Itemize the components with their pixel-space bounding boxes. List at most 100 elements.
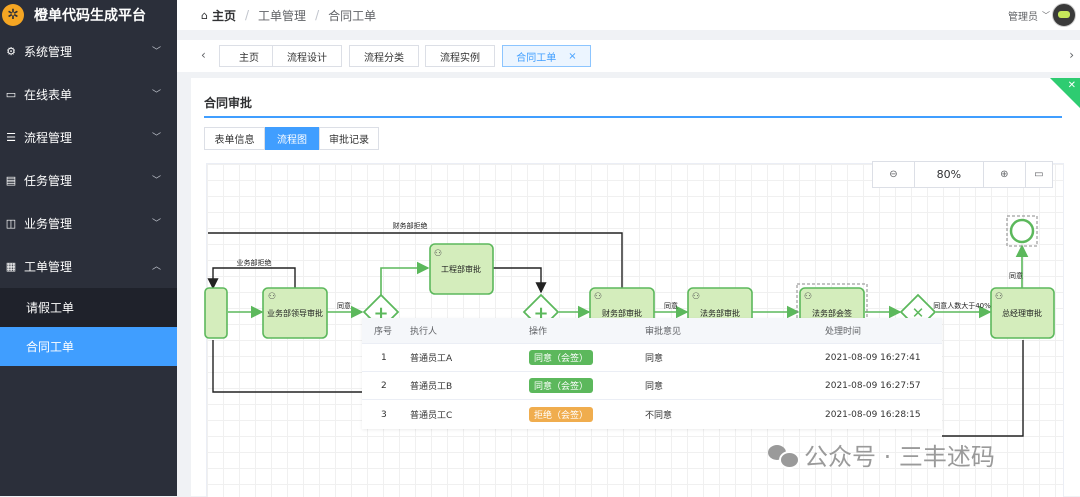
zoom-out-button[interactable]: ⊖ [873, 162, 915, 187]
zoom-level: 80% [915, 162, 984, 187]
brand-logo-icon: ✲ [2, 4, 24, 26]
cell-user: 普通员工C [410, 411, 453, 421]
cell-no: 3 [381, 409, 387, 420]
chevron-left-icon[interactable]: ‹ [201, 48, 206, 62]
subtab-label: 流程图 [277, 135, 307, 146]
chevron-down-icon: ﹀ [151, 176, 161, 186]
cell-user: 普通员工A [410, 354, 453, 364]
approval-table: 序号 执行人 操作 审批意见 处理时间 1 普通员工A 同意（会签） 同意 20… [362, 318, 942, 429]
fit-view-button[interactable]: ▭ [1026, 162, 1052, 187]
chevron-down-icon: ﹀ [151, 90, 161, 100]
table-header: 序号 执行人 操作 审批意见 处理时间 [362, 318, 942, 344]
chevron-down-icon: ﹀ [1042, 10, 1050, 20]
sidebar-subitem-label: 合同工单 [26, 340, 75, 354]
tab-home[interactable]: 主页 [219, 45, 279, 67]
sidebar-item-label: 在线表单 [24, 88, 73, 102]
home-icon: ⌂ [201, 8, 208, 22]
gear-icon: ⚙ [6, 45, 16, 58]
brand: ✲ 橙单代码生成平台 [0, 0, 177, 30]
sidebar-item-label: 系统管理 [24, 45, 73, 59]
tab-flow-instance[interactable]: 流程实例 [425, 45, 495, 67]
table-row: 2 普通员工B 同意（会签） 同意 2021-08-09 16:27:57 [362, 372, 942, 400]
page-title: 合同审批 [204, 96, 253, 110]
tab-label: 流程设计 [287, 52, 327, 64]
chevron-down-icon: ﹀ [151, 133, 161, 143]
cell-time: 2021-08-09 16:27:57 [825, 380, 921, 391]
tabs-bar: ‹ 主页 流程设计 流程分类 流程实例 合同工单 × › [177, 40, 1080, 72]
chevron-up-icon: ︿ [151, 262, 161, 272]
cell-user: 普通员工B [410, 382, 453, 392]
sidebar-subitem-label: 请假工单 [26, 301, 75, 315]
tab-flow-design[interactable]: 流程设计 [272, 45, 342, 67]
sidebar-item-label: 任务管理 [24, 174, 73, 188]
avatar[interactable] [1052, 3, 1076, 27]
user-name: 管理员 [1008, 11, 1038, 23]
header: ⌂ 主页 / 工单管理 / 合同工单 管理员 ﹀ [177, 0, 1080, 30]
th-user: 执行人 [410, 327, 438, 337]
cell-time: 2021-08-09 16:28:15 [825, 409, 921, 420]
cell-opinion: 同意 [645, 382, 664, 392]
sidebar-item-flow[interactable]: ☰ 流程管理 ﹀ [0, 116, 177, 159]
sidebar-item-label: 工单管理 [24, 260, 73, 274]
breadcrumb-separator: / [315, 8, 320, 22]
breadcrumb-contract: 合同工单 [328, 8, 377, 23]
close-icon[interactable]: × [568, 51, 576, 62]
zoom-in-icon: ⊕ [1000, 169, 1009, 180]
breadcrumb-separator: / [245, 8, 250, 22]
cell-opinion: 不同意 [645, 411, 673, 421]
th-time: 处理时间 [825, 327, 862, 337]
title-underline [204, 116, 1062, 118]
sidebar-item-business[interactable]: ◫ 业务管理 ﹀ [0, 202, 177, 245]
tab-label: 合同工单 [516, 52, 557, 64]
wechat-icon [768, 443, 800, 469]
tab-label: 主页 [239, 52, 259, 64]
sidebar: ✲ 橙单代码生成平台 ⚙ 系统管理 ﹀ ▭ 在线表单 ﹀ ☰ 流程管理 ﹀ ▤ … [0, 0, 177, 496]
sidebar-subitem-contract[interactable]: 合同工单 [0, 327, 177, 366]
subtab-approval-record[interactable]: 审批记录 [319, 127, 379, 150]
subtab-form-info[interactable]: 表单信息 [204, 127, 265, 150]
zoom-toolbar: ⊖ 80% ⊕ ▭ [872, 161, 1053, 188]
chevron-down-icon: ﹀ [151, 47, 161, 57]
status-badge: 拒绝（会签） [529, 407, 594, 422]
sidebar-item-workorder[interactable]: ▦ 工单管理 ︿ [0, 245, 177, 288]
subtab-label: 表单信息 [214, 135, 255, 146]
document-icon: ▤ [5, 174, 17, 187]
fit-view-icon: ▭ [1034, 169, 1044, 180]
th-no: 序号 [374, 327, 393, 337]
sidebar-item-task[interactable]: ▤ 任务管理 ﹀ [0, 159, 177, 202]
breadcrumb-workorder[interactable]: 工单管理 [258, 7, 306, 24]
status-badge: 同意（会签） [529, 378, 594, 393]
cell-no: 2 [381, 380, 387, 391]
tab-flow-category[interactable]: 流程分类 [349, 45, 419, 67]
watermark: 公众号 · 三丰述码 [768, 437, 995, 472]
sidebar-subitem-leave[interactable]: 请假工单 [0, 288, 177, 327]
zoom-out-icon: ⊖ [889, 169, 898, 180]
table-row: 3 普通员工C 拒绝（会签） 不同意 2021-08-09 16:28:15 [362, 400, 942, 429]
cell-time: 2021-08-09 16:27:41 [825, 352, 921, 363]
watermark-text: 公众号 · 三丰述码 [804, 443, 995, 471]
sidebar-item-label: 流程管理 [24, 131, 73, 145]
table-row: 1 普通员工A 同意（会签） 同意 2021-08-09 16:27:41 [362, 344, 942, 372]
sidebar-item-label: 业务管理 [24, 217, 73, 231]
close-icon[interactable]: ✕ [1068, 80, 1076, 91]
subtab-label: 审批记录 [329, 135, 369, 146]
brand-title: 橙单代码生成平台 [34, 8, 146, 24]
cell-opinion: 同意 [645, 354, 664, 364]
sidebar-item-online-form[interactable]: ▭ 在线表单 ﹀ [0, 73, 177, 116]
zoom-in-button[interactable]: ⊕ [984, 162, 1026, 187]
breadcrumb: ⌂ 主页 / 工单管理 / 合同工单 [177, 7, 376, 24]
th-action: 操作 [529, 327, 548, 337]
th-opinion: 审批意见 [645, 327, 682, 337]
sliders-icon: ☰ [6, 131, 16, 144]
cell-no: 1 [381, 352, 387, 363]
sidebar-menu: ⚙ 系统管理 ﹀ ▭ 在线表单 ﹀ ☰ 流程管理 ﹀ ▤ 任务管理 ﹀ ◫ 业务… [0, 30, 177, 366]
chevron-right-icon[interactable]: › [1069, 48, 1074, 62]
tab-label: 流程实例 [440, 52, 480, 64]
tab-contract[interactable]: 合同工单 × [502, 45, 591, 67]
sidebar-item-system[interactable]: ⚙ 系统管理 ﹀ [0, 30, 177, 73]
main-card: 合同审批 ✕ 表单信息 流程图 审批记录 ⊖ 80% ⊕ ▭ [191, 78, 1080, 497]
form-icon: ▭ [5, 88, 17, 101]
subtab-flowchart[interactable]: 流程图 [265, 127, 319, 150]
user-menu[interactable]: 管理员 ﹀ [1008, 0, 1050, 30]
breadcrumb-home[interactable]: 主页 [212, 7, 236, 24]
